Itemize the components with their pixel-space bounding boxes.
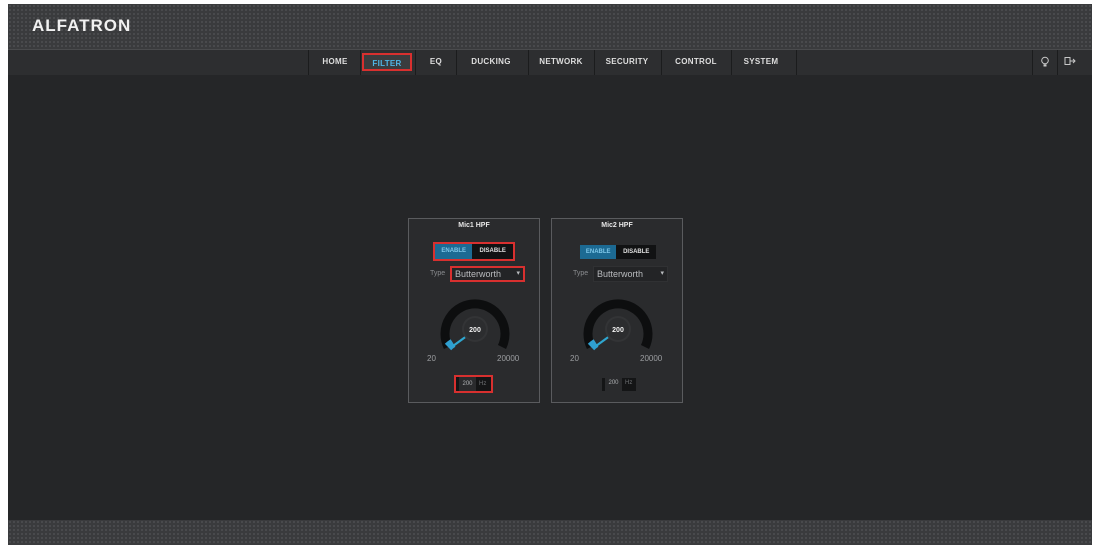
enable-option[interactable]: ENABLE <box>435 244 473 259</box>
tab-system[interactable]: SYSTEM <box>734 53 788 71</box>
nav-divider <box>308 50 309 75</box>
tab-home[interactable]: HOME <box>312 53 358 71</box>
nav-divider <box>796 50 797 75</box>
panel-title: Mic1 HPF <box>458 222 490 229</box>
lightbulb-icon[interactable] <box>1038 56 1052 70</box>
nav-divider <box>456 50 457 75</box>
nav-divider <box>528 50 529 75</box>
tab-ducking[interactable]: DUCKING <box>459 53 523 71</box>
disable-option[interactable]: DISABLE <box>472 244 513 259</box>
chevron-down-icon: ▾ <box>660 270 664 277</box>
knob-min-label: 20 <box>427 354 436 363</box>
header-bar: ALFATRON <box>8 4 1092 49</box>
main-content: Mic1 HPF ENABLE DISABLE Type Butterworth… <box>8 75 1092 520</box>
tab-network[interactable]: NETWORK <box>531 53 591 71</box>
tab-filter[interactable]: FILTER <box>362 53 412 71</box>
tab-control[interactable]: CONTROL <box>664 53 728 71</box>
frequency-value[interactable]: 200 <box>459 377 476 391</box>
enable-toggle[interactable]: ENABLE DISABLE <box>580 245 656 259</box>
disable-option[interactable]: DISABLE <box>616 245 656 259</box>
mic1-hpf-panel: Mic1 HPF ENABLE DISABLE Type Butterworth… <box>408 218 540 403</box>
logout-icon[interactable] <box>1063 56 1077 70</box>
type-label: Type <box>573 270 589 277</box>
nav-divider <box>731 50 732 75</box>
knob-max-label: 20000 <box>640 354 663 363</box>
nav-divider <box>1032 50 1033 75</box>
frequency-value[interactable]: 200 <box>605 378 622 391</box>
knob-value: 200 <box>612 327 624 334</box>
nav-divider <box>661 50 662 75</box>
nav-divider <box>360 50 361 75</box>
frequency-input[interactable]: 200 Hz <box>454 375 493 393</box>
frequency-input[interactable]: 200 Hz <box>602 378 636 391</box>
enable-option[interactable]: ENABLE <box>580 245 617 259</box>
panel-title: Mic2 HPF <box>601 222 633 229</box>
knob-max-label: 20000 <box>497 354 520 363</box>
filter-type-select[interactable]: Butterworth ▾ <box>450 266 525 282</box>
mic2-hpf-panel: Mic2 HPF ENABLE DISABLE Type Butterworth… <box>551 218 683 403</box>
nav-divider <box>1057 50 1058 75</box>
filter-type-value: Butterworth <box>455 269 502 279</box>
filter-type-select[interactable]: Butterworth ▾ <box>593 266 668 282</box>
enable-toggle[interactable]: ENABLE DISABLE <box>433 242 515 261</box>
chevron-down-icon: ▾ <box>516 270 520 277</box>
filter-type-value: Butterworth <box>597 269 644 279</box>
tab-eq[interactable]: EQ <box>418 53 454 71</box>
nav-divider <box>415 50 416 75</box>
frequency-knob[interactable]: 200 <box>428 295 522 362</box>
type-label: Type <box>430 270 446 277</box>
frequency-unit: Hz <box>479 381 487 387</box>
main-nav: HOME FILTER EQ DUCKING NETWORK SECURITY … <box>8 49 1092 76</box>
frequency-unit: Hz <box>625 380 633 386</box>
frequency-knob[interactable]: 200 <box>571 295 665 362</box>
knob-min-label: 20 <box>570 354 579 363</box>
footer-bar <box>8 520 1092 545</box>
brand-logo: ALFATRON <box>32 16 132 35</box>
tab-security[interactable]: SECURITY <box>597 53 657 71</box>
knob-value: 200 <box>469 327 481 334</box>
app-window: ALFATRON HOME FILTER EQ DUCKING NETWORK … <box>8 4 1092 545</box>
nav-divider <box>594 50 595 75</box>
